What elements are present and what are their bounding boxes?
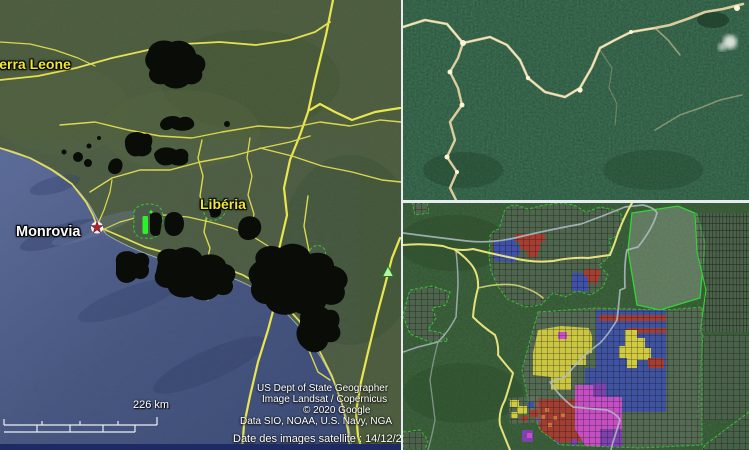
- attribution-line-2: Image Landsat / Copernicus: [262, 394, 387, 405]
- scale-bar-label: 226 km: [133, 399, 169, 411]
- forest-canvas: [403, 0, 749, 200]
- attribution-line-4: Data SIO, NOAA, U.S. Navy, NGA: [240, 416, 392, 427]
- green-bar-marker: [143, 216, 149, 234]
- satellite-map-composite: Sierra Leone Libéria Monrovia 226 km US …: [0, 0, 749, 450]
- concession-block-right: [695, 213, 749, 420]
- attribution-line-1: US Dept of State Geographer: [257, 383, 388, 394]
- concession-canvas: [403, 203, 749, 450]
- concession-grid-panel[interactable]: [403, 203, 749, 450]
- attribution-line-3: © 2020 Google: [303, 405, 370, 416]
- concession-patch-topleft: [412, 203, 429, 215]
- green-dot-marker: [149, 210, 152, 213]
- google-earth-liberia-panel[interactable]: Sierra Leone Libéria Monrovia 226 km US …: [0, 0, 401, 450]
- cleared-concession-polygon: [628, 206, 705, 310]
- status-strip: [0, 444, 401, 450]
- forest-satellite-panel[interactable]: [403, 0, 749, 200]
- city-star-icon[interactable]: [91, 222, 103, 234]
